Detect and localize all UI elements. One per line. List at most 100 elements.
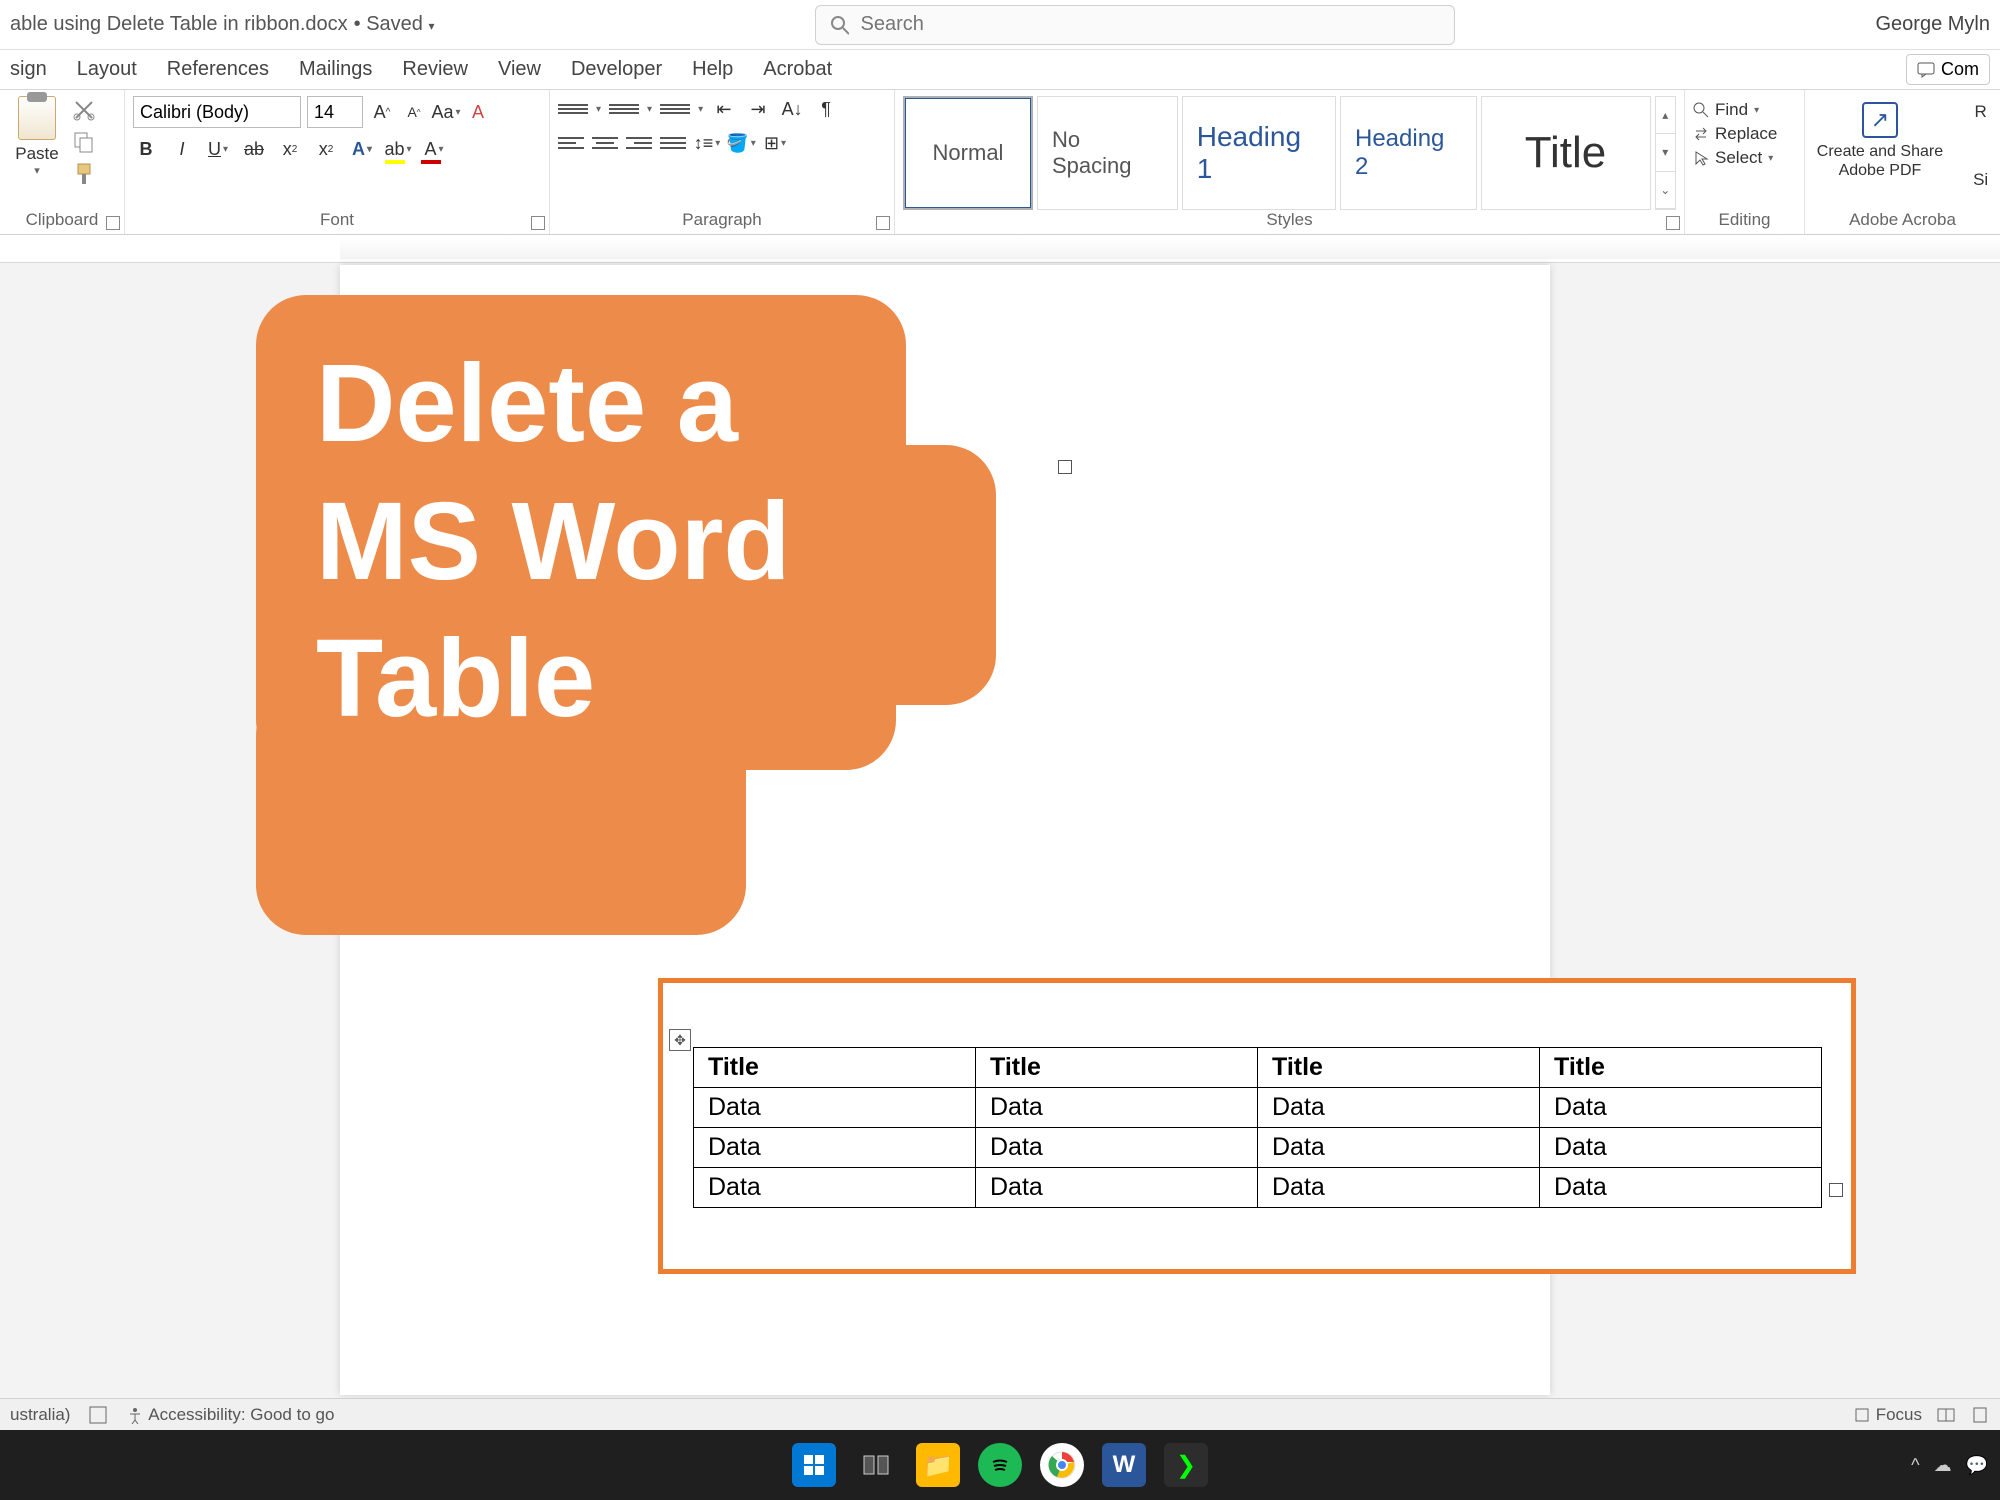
terminal-icon[interactable]: ❯ bbox=[1164, 1443, 1208, 1487]
table2-cell[interactable]: Data bbox=[1540, 1088, 1822, 1128]
superscript-button[interactable]: x2 bbox=[313, 136, 339, 162]
shrink-font-icon[interactable]: A^ bbox=[401, 99, 427, 125]
tab-review[interactable]: Review bbox=[402, 58, 468, 81]
task-view-icon[interactable] bbox=[854, 1443, 898, 1487]
styles-scroll[interactable]: ▴▾⌄ bbox=[1655, 96, 1676, 210]
table2-cell[interactable]: Data bbox=[1258, 1168, 1540, 1208]
font-size-input[interactable] bbox=[307, 96, 363, 128]
align-center-button[interactable] bbox=[592, 130, 618, 156]
status-accessibility[interactable]: Accessibility: Good to go bbox=[126, 1405, 334, 1425]
tab-references[interactable]: References bbox=[167, 58, 269, 81]
decrease-indent-icon[interactable]: ⇤ bbox=[711, 96, 737, 122]
grow-font-icon[interactable]: A^ bbox=[369, 99, 395, 125]
sort-icon[interactable]: A↓ bbox=[779, 96, 805, 122]
tab-developer[interactable]: Developer bbox=[571, 58, 662, 81]
table2-cell[interactable]: Data bbox=[1258, 1128, 1540, 1168]
start-icon[interactable] bbox=[792, 1443, 836, 1487]
tab-acrobat[interactable]: Acrobat bbox=[763, 58, 832, 81]
table2-cell[interactable]: Data bbox=[976, 1168, 1258, 1208]
find-button[interactable]: Find ▾ bbox=[1693, 100, 1796, 120]
table2-header[interactable]: Title bbox=[1258, 1048, 1540, 1088]
system-tray[interactable]: ^ ☁ 💬 bbox=[1911, 1455, 1988, 1476]
font-name-input[interactable] bbox=[133, 96, 301, 128]
style-heading1[interactable]: Heading 1 bbox=[1182, 96, 1336, 210]
font-color-button[interactable]: A bbox=[421, 136, 447, 162]
clipboard-dialog-launcher[interactable] bbox=[106, 216, 120, 230]
copy-icon[interactable] bbox=[72, 130, 96, 154]
focus-button[interactable]: Focus bbox=[1853, 1405, 1922, 1425]
file-explorer-icon[interactable]: 📁 bbox=[916, 1443, 960, 1487]
subscript-button[interactable]: x2 bbox=[277, 136, 303, 162]
word-icon[interactable]: W bbox=[1102, 1443, 1146, 1487]
numbering-button[interactable] bbox=[609, 96, 639, 122]
table2-resize-handle[interactable] bbox=[1829, 1183, 1843, 1197]
document-table-2[interactable]: Title Title Title Title Data Data Data D… bbox=[693, 1047, 1822, 1208]
paragraph-dialog-launcher[interactable] bbox=[876, 216, 890, 230]
underline-button[interactable]: U bbox=[205, 136, 231, 162]
increase-indent-icon[interactable]: ⇥ bbox=[745, 96, 771, 122]
text-effects-button[interactable]: A bbox=[349, 136, 375, 162]
user-name[interactable]: George Myln bbox=[1876, 13, 1991, 36]
show-marks-icon[interactable]: ¶ bbox=[813, 96, 839, 122]
select-button[interactable]: Select ▾ bbox=[1693, 148, 1796, 168]
bullets-button[interactable] bbox=[558, 96, 588, 122]
strikethrough-button[interactable]: ab bbox=[241, 136, 267, 162]
table2-cell[interactable]: Data bbox=[976, 1088, 1258, 1128]
read-mode-icon[interactable] bbox=[1936, 1405, 1956, 1425]
save-status[interactable]: • Saved ▾ bbox=[354, 13, 435, 36]
table2-cell[interactable]: Data bbox=[694, 1168, 976, 1208]
align-right-button[interactable] bbox=[626, 130, 652, 156]
tab-help[interactable]: Help bbox=[692, 58, 733, 81]
highlight-button[interactable]: ab bbox=[385, 136, 411, 162]
table2-cell[interactable]: Data bbox=[1540, 1168, 1822, 1208]
style-heading2[interactable]: Heading 2 bbox=[1340, 96, 1477, 210]
adobe-si-label[interactable]: Si bbox=[1973, 170, 1988, 190]
shading-button[interactable]: 🪣 bbox=[728, 130, 754, 156]
font-dialog-launcher[interactable] bbox=[531, 216, 545, 230]
table2-header[interactable]: Title bbox=[694, 1048, 976, 1088]
comments-button[interactable]: Com bbox=[1906, 54, 1990, 85]
line-spacing-button[interactable]: ↕≡ bbox=[694, 130, 720, 156]
table2-cell[interactable]: Data bbox=[694, 1088, 976, 1128]
tray-chevron-icon[interactable]: ^ bbox=[1911, 1455, 1919, 1476]
onedrive-icon[interactable]: ☁ bbox=[1934, 1455, 1952, 1476]
chrome-icon[interactable] bbox=[1040, 1443, 1084, 1487]
table2-cell[interactable]: Data bbox=[976, 1128, 1258, 1168]
style-title[interactable]: Title bbox=[1481, 96, 1651, 210]
tab-layout[interactable]: Layout bbox=[77, 58, 137, 81]
horizontal-ruler[interactable] bbox=[0, 235, 2000, 263]
clear-formatting-icon[interactable]: A bbox=[465, 99, 491, 125]
create-share-pdf-icon[interactable]: ↗ bbox=[1862, 102, 1898, 138]
change-case-button[interactable]: Aa bbox=[433, 99, 459, 125]
tab-view[interactable]: View bbox=[498, 58, 541, 81]
chat-icon[interactable]: 💬 bbox=[1966, 1455, 1988, 1476]
table2-header[interactable]: Title bbox=[1540, 1048, 1822, 1088]
status-language[interactable]: ustralia) bbox=[10, 1405, 70, 1425]
style-no-spacing[interactable]: No Spacing bbox=[1037, 96, 1178, 210]
spotify-icon[interactable] bbox=[978, 1443, 1022, 1487]
table2-header[interactable]: Title bbox=[976, 1048, 1258, 1088]
tab-design[interactable]: sign bbox=[10, 58, 47, 81]
search-box[interactable] bbox=[815, 5, 1455, 45]
bold-button[interactable]: B bbox=[133, 136, 159, 162]
table1-resize-handle[interactable] bbox=[1058, 460, 1072, 474]
styles-dialog-launcher[interactable] bbox=[1666, 216, 1680, 230]
justify-button[interactable] bbox=[660, 130, 686, 156]
print-layout-icon[interactable] bbox=[1970, 1405, 1990, 1425]
search-input[interactable] bbox=[861, 13, 1440, 36]
style-normal[interactable]: Normal bbox=[903, 96, 1033, 210]
multilevel-button[interactable] bbox=[660, 96, 690, 122]
table2-cell[interactable]: Data bbox=[1258, 1088, 1540, 1128]
borders-button[interactable]: ⊞ bbox=[762, 130, 788, 156]
adobe-request-label[interactable]: R bbox=[1975, 102, 1987, 122]
table2-cell[interactable]: Data bbox=[1540, 1128, 1822, 1168]
italic-button[interactable]: I bbox=[169, 136, 195, 162]
table2-cell[interactable]: Data bbox=[694, 1128, 976, 1168]
replace-button[interactable]: Replace bbox=[1693, 124, 1796, 144]
table-move-handle-icon[interactable]: ✥ bbox=[669, 1029, 691, 1051]
align-left-button[interactable] bbox=[558, 130, 584, 156]
cut-icon[interactable] bbox=[72, 98, 96, 122]
paste-button[interactable]: Paste ▾ bbox=[8, 96, 66, 210]
macro-icon[interactable] bbox=[88, 1405, 108, 1425]
tab-mailings[interactable]: Mailings bbox=[299, 58, 372, 81]
